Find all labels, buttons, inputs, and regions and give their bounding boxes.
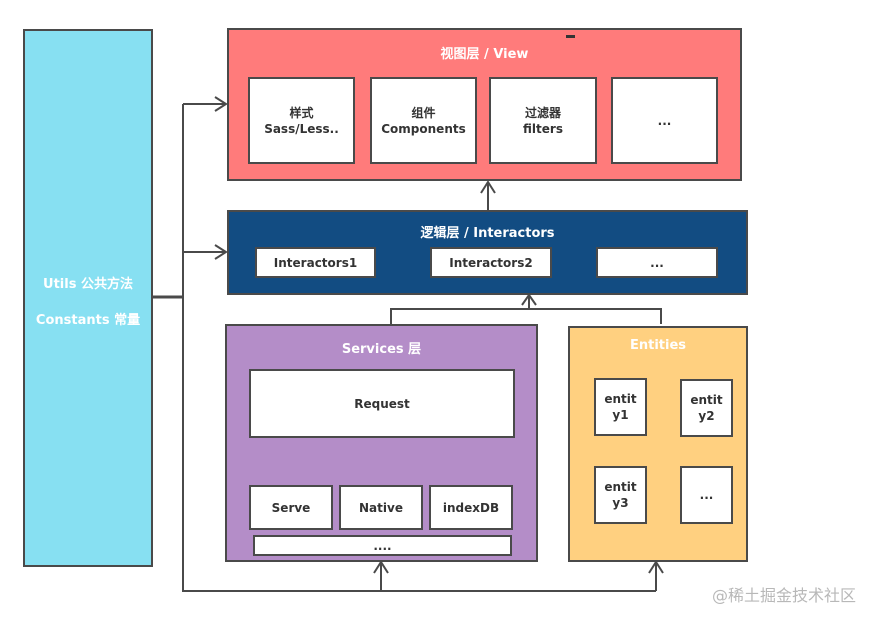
service-item-more[interactable]: .... [253, 535, 512, 556]
view-item-components[interactable]: 组件 Components [370, 77, 477, 164]
view-layer: 视图层 / View 样式 Sass/Less.. 组件 Components … [227, 28, 742, 181]
entity-item-2[interactable]: entit y2 [680, 379, 733, 437]
request-box[interactable]: Request [249, 369, 515, 438]
services-layer: Services 层 Request Serve Native indexDB … [225, 324, 538, 562]
utils-label: Utils 公共方法 [43, 277, 133, 292]
interactor-item-1[interactable]: Interactors1 [255, 247, 376, 278]
dash-mark [566, 35, 575, 38]
service-item-indexdb[interactable]: indexDB [429, 485, 513, 530]
interactors-layer: 逻辑层 / Interactors Interactors1 Interacto… [227, 210, 748, 295]
watermark: @稀土掘金技术社区 [712, 586, 857, 605]
view-item-more[interactable]: ... [611, 77, 718, 164]
service-item-serve[interactable]: Serve [249, 485, 333, 530]
arrow-lower-to-interactors [390, 308, 662, 324]
view-layer-title: 视图层 / View [440, 47, 529, 62]
services-layer-title: Services 层 [341, 342, 422, 357]
constants-label: Constants 常量 [35, 313, 141, 328]
entities-layer: Entities entit y1 entit y2 entit y3 ... [568, 326, 748, 562]
entity-item-more[interactable]: ... [680, 466, 733, 524]
view-item-filters[interactable]: 过滤器 filters [489, 77, 597, 164]
entity-item-1[interactable]: entit y1 [594, 378, 647, 436]
interactor-item-2[interactable]: Interactors2 [430, 247, 552, 278]
view-item-styles[interactable]: 样式 Sass/Less.. [248, 77, 355, 164]
entity-item-3[interactable]: entit y3 [594, 466, 647, 524]
entities-layer-title: Entities [629, 338, 687, 353]
service-item-native[interactable]: Native [339, 485, 423, 530]
interactors-layer-title: 逻辑层 / Interactors [420, 226, 555, 241]
utils-panel: Utils 公共方法 Constants 常量 [23, 29, 153, 567]
interactor-item-more[interactable]: ... [596, 247, 718, 278]
